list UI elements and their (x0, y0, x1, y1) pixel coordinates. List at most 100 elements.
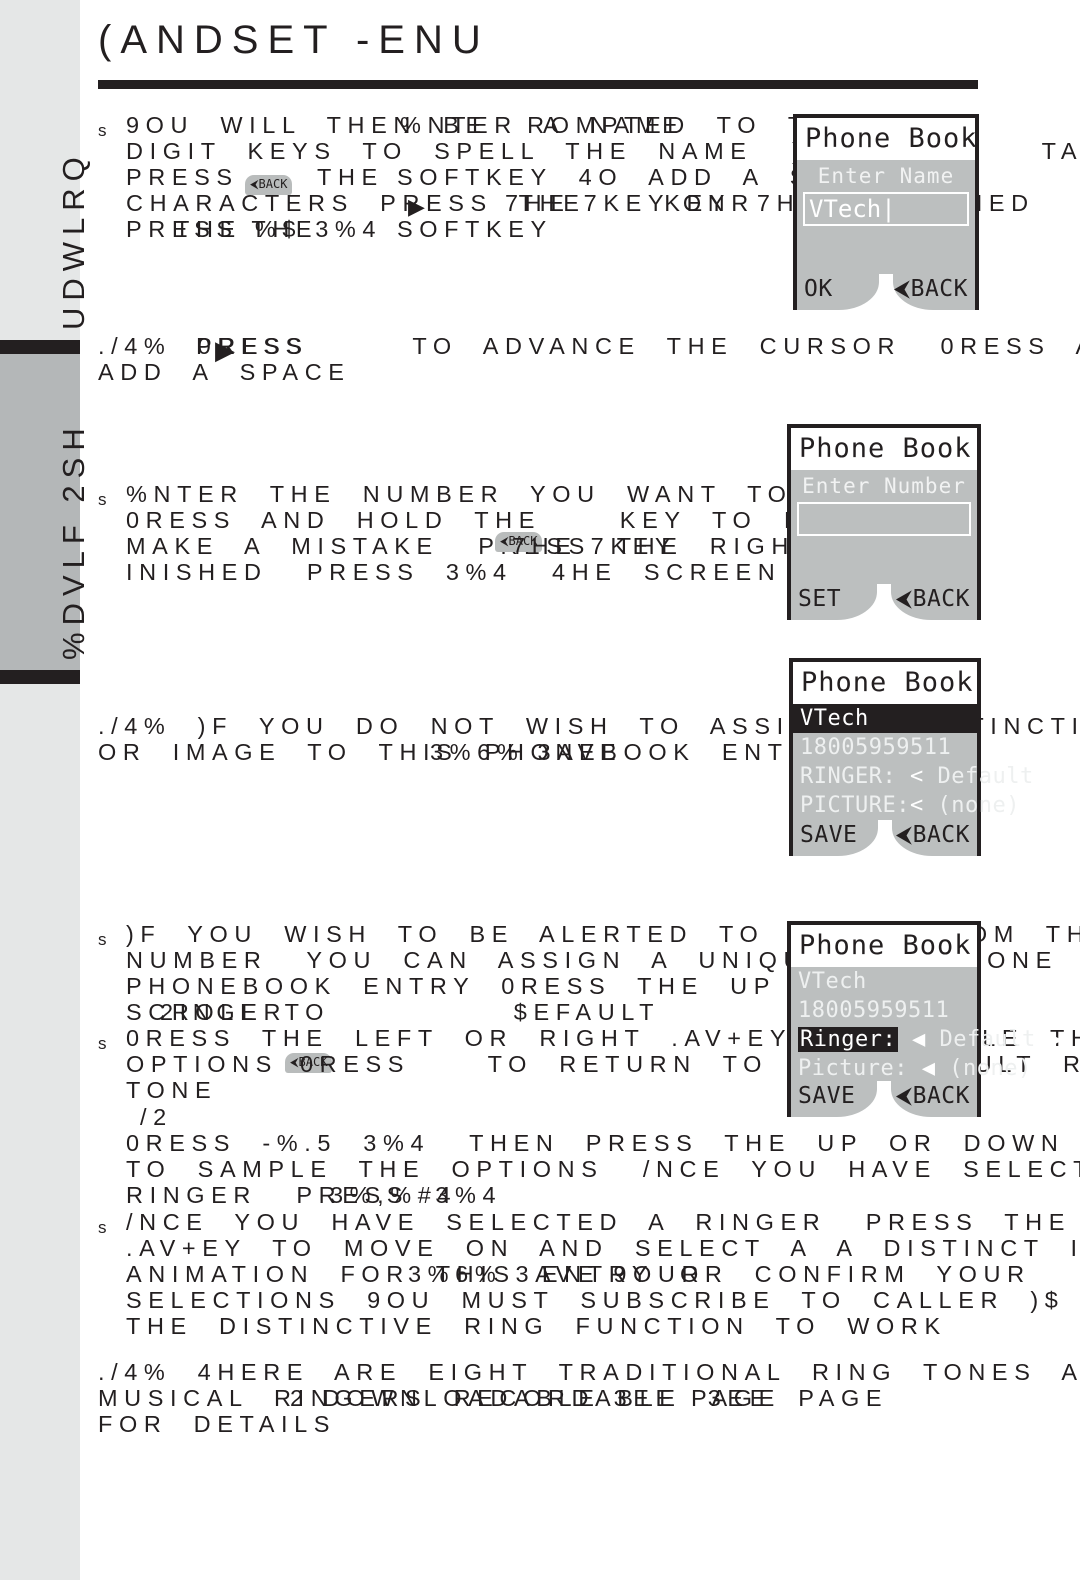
lcd-title-2: Phone Book (791, 428, 977, 470)
nav-right-arrow-1: ▶ (408, 194, 425, 219)
bullet-3-overlay: 2INGER (160, 999, 288, 1025)
bullet-5-line-1: /NCE YOU HAVE SELECTED A RINGER PRESS TH… (126, 1209, 1072, 1235)
sidebar-divider-lower (0, 670, 80, 684)
back-arrow-icon-3: ⮜ (895, 822, 913, 848)
back-arrow-icon-2: ⮜ (895, 586, 913, 612)
entry-number-row[interactable]: 18005959511 (793, 733, 977, 762)
picture-row-2[interactable]: Picture: ◀ (none) ▶ (791, 1054, 1059, 1083)
ringer-value: Default (937, 764, 1034, 789)
bullet-5-line-2: .AV+EY TO MOVE ON AND SELECT A A DISTINC… (126, 1235, 1080, 1261)
softkey-back-button-3[interactable]: ⮜BACK (896, 822, 970, 848)
ringer-row[interactable]: RINGER: < Default > (793, 762, 1061, 791)
softkey-save-button-2[interactable]: SAVE (798, 1083, 855, 1109)
back-chip-label: BACK (258, 177, 288, 191)
entry-number-row-2[interactable]: 18005959511 (791, 996, 977, 1025)
ringer-left-arrow-icon[interactable]: < (910, 764, 924, 789)
sidebar-divider-upper (0, 340, 80, 354)
lcd-body-2: Enter Number SET ⮜BACK (791, 470, 977, 620)
ringer-label-2: Ringer: (798, 1027, 899, 1052)
back-chip-glyph-3: ⮜ (290, 1055, 299, 1069)
picture-right-arrow-icon-2[interactable]: ▶ (1045, 1056, 1059, 1081)
picture-row[interactable]: PICTURE:< (none) > (793, 791, 1047, 820)
bullet-5-overlay: 3%6% 3AVE 9OUR (408, 1261, 706, 1287)
bullet-glyph-2: s (98, 490, 107, 509)
bullet-block-4-sub: /2 0RESS -%.5 3%4 THEN PRESS THE UP OR D… (126, 1104, 1080, 1208)
bullet-5-line-5: THE DISTINCTIVE RING FUNCTION TO WORK (126, 1313, 947, 1339)
bullet-2-overlay: 7HE 7KEY (512, 533, 678, 559)
page-title: (ANDSET -ENU (98, 18, 490, 62)
sidebar-tab: UDWLRQ %DVLF 2SH (0, 0, 91, 1580)
lcd-softkey-bar-4: SAVE ⮜BACK (791, 1081, 977, 1117)
back-arrow-icon-4: ⮜ (895, 1083, 913, 1109)
bullet-glyph-5: s (98, 1218, 107, 1237)
ringer-left-arrow-icon-2[interactable]: ◀ (912, 1027, 926, 1052)
softkey-ok-button[interactable]: OK (804, 276, 833, 302)
lcd-body-1: Enter Name VTech| OK ⮜BACK (797, 160, 975, 310)
lcd-softkey-bar-1: OK ⮜BACK (797, 274, 975, 310)
note-1-overlay: PRESS (196, 333, 309, 359)
bullet-4-sub-line-3: TO SAMPLE THE OPTIONS /NCE YOU HAVE SELE… (126, 1156, 1080, 1182)
ringer-label: RINGER: (800, 764, 897, 789)
name-input-field[interactable]: VTech| (803, 192, 969, 226)
lcd-screen-enter-number: Phone Book Enter Number SET ⮜BACK (787, 424, 981, 620)
picture-right-arrow-icon[interactable]: > (1034, 793, 1048, 818)
bullet-4-sub-overlay: 3%,%#4 (330, 1182, 458, 1208)
lcd-screen-entry-summary: Phone Book VTech 18005959511 RINGER: < D… (789, 658, 1061, 856)
softkey-back-button-4[interactable]: ⮜BACK (896, 1083, 970, 1109)
softkey-back-button-2[interactable]: ⮜BACK (896, 586, 970, 612)
lcd-body-3: VTech 18005959511 RINGER: < Default > PI… (793, 704, 1061, 856)
lcd-subtitle-1: Enter Name (817, 164, 955, 188)
lcd-softkey-bar-2: SET ⮜BACK (791, 584, 977, 620)
back-chip-glyph: ⮜ (250, 177, 259, 191)
picture-label-2: Picture: (798, 1056, 908, 1081)
lcd-subtitle-2: Enter Number (802, 474, 966, 498)
ringer-row-2[interactable]: Ringer: ◀ Default ▶ (791, 1025, 1063, 1054)
lcd-screen-enter-name: Phone Book Enter Name VTech| OK ⮜BACK (793, 114, 979, 310)
picture-label: PICTURE: (800, 793, 910, 818)
lcd-body-4: VTech 18005959511 Ringer: ◀ Default ▶ Pi… (791, 967, 1063, 1117)
softkey-save-button-1[interactable]: SAVE (800, 822, 857, 848)
bullet-glyph: s (98, 121, 107, 140)
bullet-glyph-4: s (98, 1034, 107, 1053)
lcd-title-3: Phone Book (793, 662, 977, 704)
softkey-set-button[interactable]: SET (798, 586, 841, 612)
picture-left-arrow-icon[interactable]: < (910, 793, 924, 818)
softkey-back-label-1: BACK (910, 276, 968, 302)
lcd-title-1: Phone Book (797, 118, 975, 160)
bullet-4-sub-line-4: RINGER PRESS 3%4 (126, 1182, 503, 1208)
back-chip-glyph-2: ⮜ (500, 534, 509, 548)
entry-name-row-2[interactable]: VTech (791, 967, 977, 996)
ringer-right-arrow-icon[interactable]: > (1047, 764, 1061, 789)
bullet-1-overlay-1: %NTER A NAME (400, 112, 685, 138)
softkey-back-label-2: BACK (912, 586, 970, 612)
back-arrow-icon-1: ⮜ (893, 276, 911, 302)
number-input-field[interactable] (797, 502, 971, 536)
note-2-overlay: 3%6% 3AVE (430, 739, 623, 765)
lcd-title-4: Phone Book (791, 925, 977, 967)
back-key-chip-1: ⮜BACK (245, 175, 293, 195)
bullet-1-overlay-3: THE %$ 3%4 (175, 216, 383, 242)
note-3-line-3: FOR DETAILS (98, 1411, 337, 1437)
lcd-screen-ringer-select: Phone Book VTech 18005959511 Ringer: ◀ D… (787, 921, 1063, 1117)
note-3-overlay: 2 DOWNLOADABLE 3EE PAGE (290, 1385, 781, 1411)
bullet-1-overlay-2: 7HE 7KEY ONR (505, 190, 755, 216)
softkey-back-label-4: BACK (912, 1083, 970, 1109)
softkey-back-button-1[interactable]: ⮜BACK (894, 276, 968, 302)
ringer-value-2: Default (939, 1027, 1036, 1052)
sidebar-segment-bottom (0, 684, 80, 1580)
manual-page: UDWLRQ %DVLF 2SH (ANDSET -ENU s 9OU WILL… (0, 0, 1080, 1580)
picture-left-arrow-icon-2[interactable]: ◀ (922, 1056, 936, 1081)
picture-value-2: (none) (949, 1056, 1032, 1081)
sidebar-label-upper: UDWLRQ (56, 150, 91, 330)
bullet-4-overlay: 0RESS (300, 1051, 411, 1077)
lcd-softkey-bar-3: SAVE ⮜BACK (793, 820, 977, 856)
title-rule (98, 80, 978, 89)
bullet-1-line-2: DIGIT KEYS TO SPELL THE NAME )F YOU TAKE (126, 138, 1080, 164)
entry-name-row[interactable]: VTech (793, 704, 977, 733)
softkey-back-label-3: BACK (912, 822, 970, 848)
picture-value: (none) (937, 793, 1020, 818)
bullet-4-sub-line-2: 0RESS -%.5 3%4 THEN PRESS THE UP OR DOWN… (126, 1130, 1065, 1156)
ringer-right-arrow-icon-2[interactable]: ▶ (1049, 1027, 1063, 1052)
bullet-1-line-3: PRESS THE SOFTKEY 4O ADD A SPACE BE (126, 164, 972, 190)
note-3-line-1: ./4% 4HERE ARE EIGHT TRADITIONAL RING TO… (98, 1359, 1080, 1385)
